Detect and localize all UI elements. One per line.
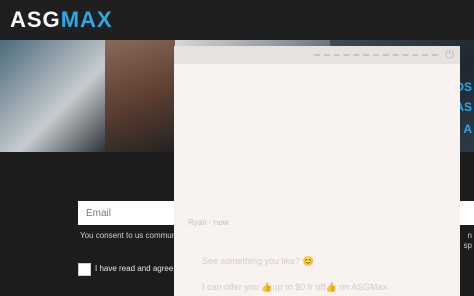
chat-header: ⏻ (174, 46, 460, 64)
consent-text: You consent to us communi (80, 231, 178, 240)
chat-popup: ⏻ Ryan · now See something you like? 😊 I… (174, 46, 460, 296)
banner-photo-1 (0, 40, 105, 152)
consent-edge-text: n (467, 231, 472, 240)
close-icon[interactable]: ⏻ (445, 49, 454, 62)
asgmax-logo[interactable]: ASGMAX (10, 7, 113, 33)
site-header: ASGMAX (0, 0, 474, 40)
chat-message-offer: I can offer you 👍up to $0 fr off👍 on ASG… (202, 282, 388, 292)
terms-checkbox[interactable] (78, 263, 91, 276)
chat-message: See something you like? 😊 (202, 256, 314, 266)
logo-part-asg: ASG (10, 7, 61, 32)
chat-header-divider (314, 54, 438, 56)
banner-side-text-3: A (463, 122, 472, 136)
consent-edge-text-2: sp (463, 241, 472, 250)
banner-photo-2 (105, 40, 175, 152)
chat-agent-label: Ryan · now (188, 218, 229, 227)
logo-part-max: MAX (60, 7, 113, 32)
terms-label: I have read and agree t (95, 264, 178, 273)
